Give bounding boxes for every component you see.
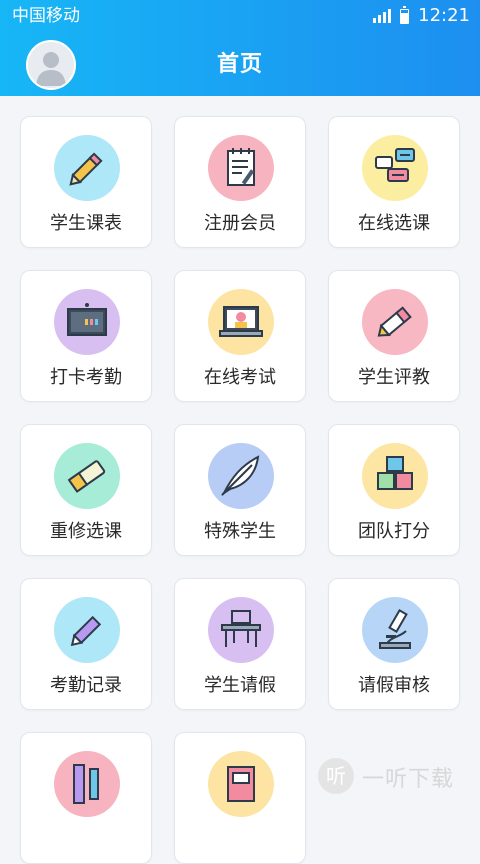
menu-item-register-member[interactable]: 注册会员 xyxy=(174,116,306,248)
watermark-text: 一听下载 xyxy=(362,767,455,792)
menu-item-label: 学生请假 xyxy=(204,675,276,696)
menu-icon-circle xyxy=(362,135,428,201)
menu-item-label: 在线考试 xyxy=(204,367,276,388)
menu-item-label: 团队打分 xyxy=(358,521,430,542)
menu-item-label: 学生课表 xyxy=(50,213,122,234)
menu-icon-circle xyxy=(208,135,274,201)
number-blocks-icon xyxy=(377,456,413,490)
menu-icon-circle xyxy=(208,751,274,817)
menu-icon-circle xyxy=(54,135,120,201)
carrier-name: 中国移动 xyxy=(12,6,80,26)
menu-item-label: 特殊学生 xyxy=(204,521,276,542)
menu-item-label: 打卡考勤 xyxy=(50,367,122,388)
blackboard-icon xyxy=(67,303,107,336)
status-bar: 中国移动 12:21 xyxy=(0,0,480,32)
menu-item-label: 在线选课 xyxy=(358,213,430,234)
menu-item-retake-course[interactable]: 重修选课 xyxy=(20,424,152,556)
notepad-icon xyxy=(227,148,255,186)
menu-icon-circle xyxy=(208,443,274,509)
menu-icon-circle xyxy=(54,289,120,355)
menu-item-label: 考勤记录 xyxy=(50,675,122,696)
menu-icon-circle xyxy=(54,443,120,509)
menu-icon-circle xyxy=(362,443,428,509)
battery-icon xyxy=(400,5,410,24)
menu-item-14[interactable] xyxy=(174,732,306,864)
watermark: 听 一听下载 xyxy=(318,752,480,800)
menu-item-attendance-checkin[interactable]: 打卡考勤 xyxy=(20,270,152,402)
menu-icon-circle xyxy=(208,289,274,355)
menu-item-13[interactable] xyxy=(20,732,152,864)
signal-icon xyxy=(373,9,392,23)
menu-item-student-evaluation[interactable]: 学生评教 xyxy=(328,270,460,402)
menu-icon-circle xyxy=(208,597,274,663)
menu-item-label: 重修选课 xyxy=(50,521,122,542)
header-bar: 中国移动 12:21 首页 xyxy=(0,0,480,96)
menu-item-online-exam[interactable]: 在线考试 xyxy=(174,270,306,402)
menu-item-student-schedule[interactable]: 学生课表 xyxy=(20,116,152,248)
menu-item-attendance-records[interactable]: 考勤记录 xyxy=(20,578,152,710)
menu-icon-circle xyxy=(54,597,120,663)
menu-item-student-leave[interactable]: 学生请假 xyxy=(174,578,306,710)
menu-icon-circle xyxy=(362,597,428,663)
desk-icon xyxy=(221,610,261,647)
book-icon xyxy=(227,766,255,802)
ruler-pencil-icon xyxy=(73,764,99,804)
pen-icon xyxy=(70,615,102,647)
eraser-icon xyxy=(67,460,106,493)
menu-icon-circle xyxy=(54,751,120,817)
menu-item-team-scoring[interactable]: 团队打分 xyxy=(328,424,460,556)
menu-item-leave-approval[interactable]: 请假审核 xyxy=(328,578,460,710)
menu-item-label: 学生评教 xyxy=(358,367,430,388)
watermark-logo: 听 xyxy=(318,758,354,794)
laptop-icon xyxy=(219,306,263,337)
clock-time: 12:21 xyxy=(418,5,470,26)
menu-item-special-students[interactable]: 特殊学生 xyxy=(174,424,306,556)
pencil-icon xyxy=(69,152,103,186)
feather-icon xyxy=(221,455,260,496)
microscope-icon xyxy=(379,608,411,649)
menu-item-label: 注册会员 xyxy=(204,213,276,234)
page-title: 首页 xyxy=(216,52,263,77)
menu-item-label: 请假审核 xyxy=(358,675,430,696)
menu-item-online-course-selection[interactable]: 在线选课 xyxy=(328,116,460,248)
menu-icon-circle xyxy=(362,289,428,355)
marker-icon xyxy=(377,306,412,337)
chat-bubbles-icon xyxy=(375,148,415,182)
status-indicators: 12:21 xyxy=(373,0,470,32)
